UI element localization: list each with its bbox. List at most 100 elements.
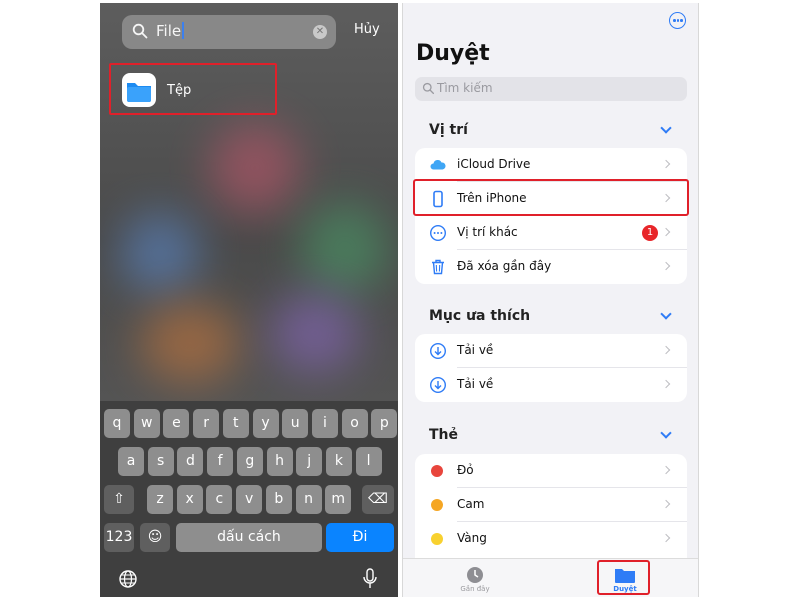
tag-color-dot — [431, 499, 443, 511]
result-label: Tệp — [167, 83, 192, 98]
page-title: Duyệt — [416, 41, 490, 66]
files-app-icon — [122, 73, 156, 107]
key-t[interactable]: t — [222, 409, 249, 438]
section-title-locations[interactable]: Vị trí — [429, 122, 468, 138]
key-a[interactable]: a — [118, 447, 144, 476]
tag-yellow[interactable]: Vàng — [415, 522, 687, 556]
clock-icon — [467, 567, 483, 583]
key-v[interactable]: v — [236, 485, 263, 514]
chevron-right-icon — [661, 261, 671, 271]
row-label: Cam — [457, 497, 485, 511]
key-s[interactable]: s — [147, 447, 174, 476]
screenshot: File ✕ Hủy Tệp q w e r t y u i o p a s d f g h j k l ⇧ z x c v b… — [0, 0, 800, 600]
chevron-down-icon[interactable] — [660, 122, 672, 134]
key-u[interactable]: u — [282, 409, 309, 438]
go-key[interactable]: Đi — [326, 523, 394, 552]
favorite-downloads-1[interactable]: Tải về — [415, 334, 687, 368]
key-y[interactable]: y — [252, 409, 279, 438]
key-b[interactable]: b — [265, 485, 292, 514]
location-other[interactable]: Vị trí khác 1 — [415, 216, 687, 250]
row-label: Tải về — [457, 377, 494, 391]
tag-orange[interactable]: Cam — [415, 488, 687, 522]
tag-color-dot — [431, 533, 443, 545]
key-w[interactable]: w — [133, 409, 160, 438]
key-j[interactable]: j — [296, 447, 323, 476]
space-key[interactable]: dấu cách — [176, 523, 322, 552]
notification-badge: 1 — [642, 225, 658, 241]
download-icon — [429, 342, 447, 360]
chevron-down-icon[interactable] — [660, 308, 672, 320]
key-x[interactable]: x — [176, 485, 203, 514]
tags-list: Đỏ Cam Vàng — [415, 454, 687, 558]
chevron-right-icon — [661, 533, 671, 543]
key-n[interactable]: n — [295, 485, 322, 514]
key-h[interactable]: h — [266, 447, 293, 476]
section-title-favorites[interactable]: Mục ưa thích — [429, 308, 530, 324]
location-recently-deleted[interactable]: Đã xóa gần đây — [415, 250, 687, 284]
key-r[interactable]: r — [193, 409, 220, 438]
highlight-browse-tab — [597, 560, 650, 595]
globe-icon[interactable] — [118, 569, 138, 593]
spotlight-search-field[interactable]: File ✕ — [122, 15, 336, 49]
backspace-icon[interactable]: ⌫ — [362, 485, 394, 514]
trash-icon — [432, 259, 444, 275]
key-p[interactable]: p — [371, 409, 398, 438]
row-label: Vàng — [457, 531, 487, 545]
chevron-right-icon — [661, 345, 671, 355]
download-icon — [429, 376, 447, 394]
search-result-files-app[interactable]: Tệp — [109, 63, 277, 115]
key-l[interactable]: l — [355, 447, 382, 476]
tag-color-dot — [431, 465, 443, 477]
row-label: Đã xóa gần đây — [457, 259, 552, 273]
emoji-icon[interactable]: ☺ — [140, 523, 170, 552]
favorite-downloads-2[interactable]: Tải về — [415, 368, 687, 402]
search-input[interactable]: Tìm kiếm — [415, 77, 687, 101]
shift-icon[interactable]: ⇧ — [104, 485, 134, 514]
key-o[interactable]: o — [341, 409, 368, 438]
chevron-right-icon — [661, 159, 671, 169]
tab-recents[interactable]: Gần đây — [445, 563, 505, 593]
tag-red[interactable]: Đỏ — [415, 454, 687, 488]
microphone-icon[interactable] — [362, 568, 378, 594]
search-placeholder: Tìm kiếm — [437, 81, 493, 95]
location-icloud-drive[interactable]: iCloud Drive — [415, 148, 687, 182]
tab-label: Gần đây — [460, 585, 490, 593]
key-d[interactable]: d — [177, 447, 204, 476]
key-m[interactable]: m — [325, 485, 352, 514]
clear-icon[interactable]: ✕ — [313, 25, 327, 39]
chevron-right-icon — [661, 499, 671, 509]
more-options-icon[interactable] — [669, 12, 686, 29]
key-z[interactable]: z — [147, 485, 173, 514]
chevron-down-icon[interactable] — [660, 427, 672, 439]
row-label: Tải về — [457, 343, 494, 357]
highlight-on-iphone — [413, 179, 689, 216]
key-k[interactable]: k — [325, 447, 352, 476]
section-title-tags[interactable]: Thẻ — [429, 427, 458, 443]
chevron-right-icon — [661, 379, 671, 389]
tab-bar: Gần đây Duyệt — [403, 558, 698, 597]
keyboard: q w e r t y u i o p a s d f g h j k l ⇧ z x c v b n m ⌫ 123 ☺ dấu cách… — [100, 401, 398, 597]
chevron-right-icon — [661, 227, 671, 237]
files-browse-panel: Duyệt Tìm kiếm Vị trí iCloud Drive Trên … — [402, 3, 699, 597]
row-label: Vị trí khác — [457, 225, 518, 239]
numbers-key[interactable]: 123 — [104, 523, 134, 552]
row-label: iCloud Drive — [457, 157, 531, 171]
chevron-right-icon — [661, 465, 671, 475]
more-circle-icon — [429, 224, 447, 242]
key-f[interactable]: f — [207, 447, 234, 476]
locations-list: iCloud Drive Trên iPhone Vị trí khác 1 Đ… — [415, 148, 687, 284]
search-icon — [422, 82, 435, 95]
spotlight-panel: File ✕ Hủy Tệp q w e r t y u i o p a s d f g h j k l ⇧ z x c v b… — [100, 3, 398, 597]
search-query: File — [156, 22, 182, 40]
search-icon — [132, 23, 148, 39]
row-label: Đỏ — [457, 463, 474, 477]
favorites-list: Tải về Tải về — [415, 334, 687, 402]
key-c[interactable]: c — [206, 485, 233, 514]
key-e[interactable]: e — [163, 409, 190, 438]
key-g[interactable]: g — [236, 447, 263, 476]
text-cursor — [182, 22, 185, 39]
key-i[interactable]: i — [311, 409, 338, 438]
cloud-icon — [430, 159, 446, 170]
key-q[interactable]: q — [104, 409, 130, 438]
cancel-button[interactable]: Hủy — [354, 22, 380, 37]
